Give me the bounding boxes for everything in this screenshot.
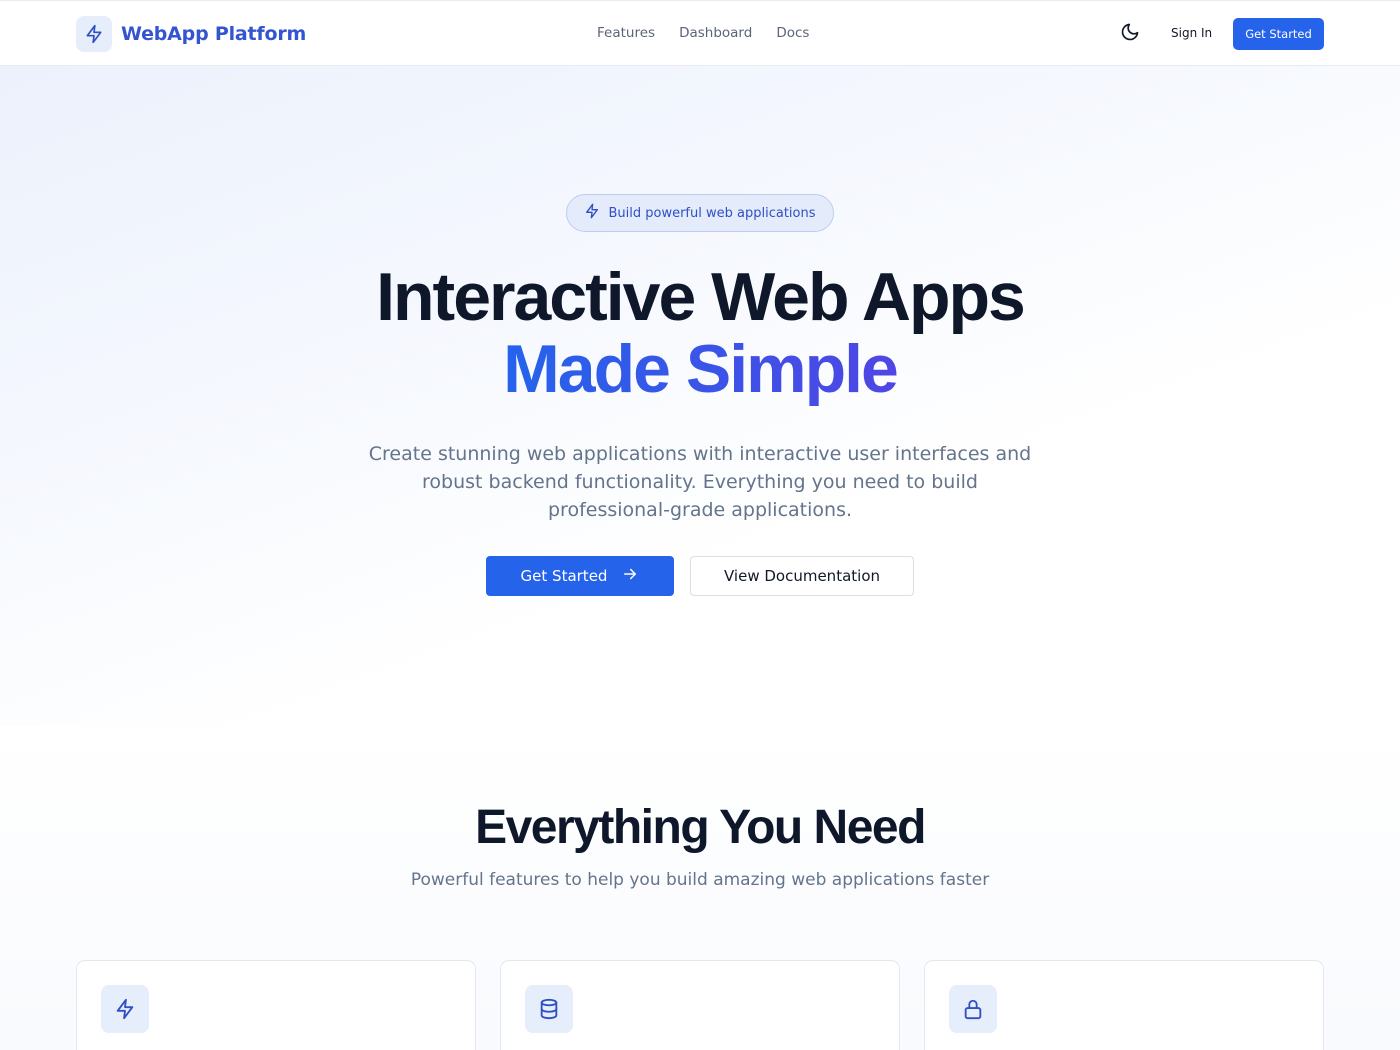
lightning-icon — [584, 203, 600, 223]
nav-get-started-button[interactable]: Get Started — [1233, 18, 1324, 50]
hero-subtitle: Create stunning web applications with in… — [368, 443, 1032, 521]
hero-section: Build powerful web applications Interact… — [0, 66, 1400, 726]
brand-name: WebApp Platform — [121, 23, 307, 45]
sign-in-link[interactable]: Sign In — [1171, 26, 1212, 40]
theme-toggle-button[interactable] — [1118, 22, 1142, 46]
hero-badge-text: Build powerful web applications — [608, 205, 816, 221]
features-title: Everything You Need — [475, 801, 926, 854]
features-section: Everything You Need Powerful features to… — [0, 726, 1400, 1050]
primary-nav: Features Dashboard Docs — [597, 25, 809, 41]
database-icon — [525, 985, 573, 1033]
nav-link-dashboard[interactable]: Dashboard — [679, 25, 752, 41]
lightning-icon — [101, 985, 149, 1033]
lock-icon — [949, 985, 997, 1033]
nav-link-features[interactable]: Features — [597, 25, 655, 41]
top-navbar: WebApp Platform Features Dashboard Docs … — [0, 0, 1400, 66]
hero-get-started-label: Get Started — [520, 567, 608, 585]
nav-link-docs[interactable]: Docs — [776, 25, 809, 41]
hero-badge: Build powerful web applications — [566, 194, 834, 232]
view-documentation-button[interactable]: View Documentation — [690, 556, 914, 596]
feature-card — [500, 960, 900, 1050]
moon-icon — [1120, 22, 1140, 46]
arrow-right-icon — [621, 565, 639, 587]
hero-get-started-button[interactable]: Get Started — [486, 556, 674, 596]
hero-title-accent: Made Simple — [0, 334, 1400, 404]
hero-title-accent-text: Made Simple — [503, 331, 899, 407]
hero-title: Interactive Web Apps — [376, 259, 1026, 335]
features-subtitle: Powerful features to help you build amaz… — [410, 870, 990, 890]
lightning-icon — [76, 16, 112, 52]
feature-card — [924, 960, 1324, 1050]
brand-link[interactable]: WebApp Platform — [76, 16, 306, 52]
feature-card — [76, 960, 476, 1050]
